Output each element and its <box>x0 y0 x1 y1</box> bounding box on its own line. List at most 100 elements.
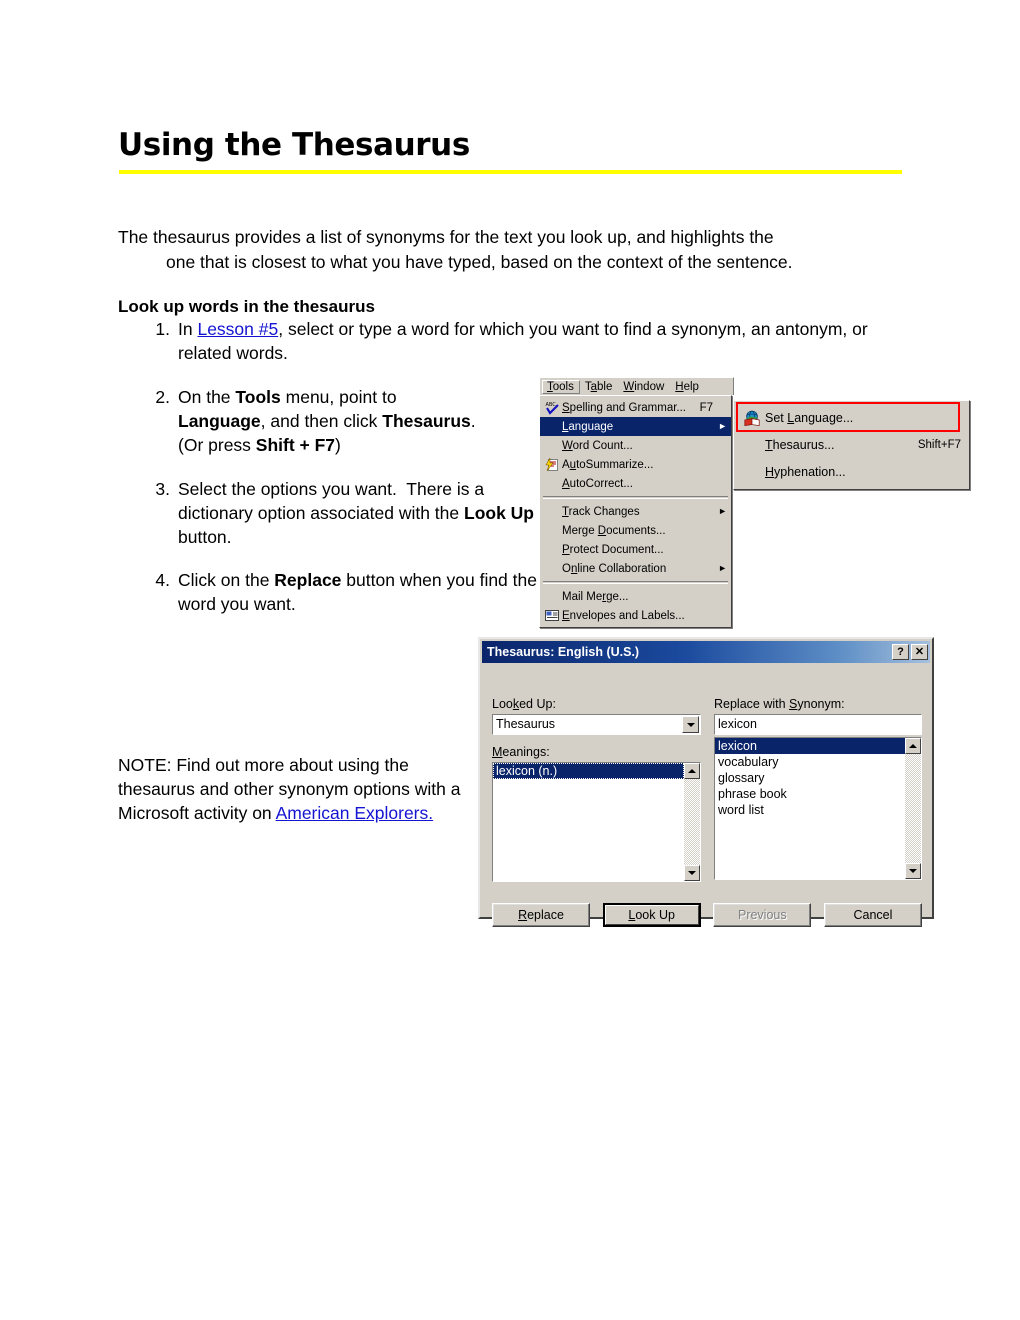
meanings-scrollbar[interactable] <box>684 763 700 881</box>
scroll-up-icon[interactable] <box>905 738 921 754</box>
scroll-down-icon[interactable] <box>684 865 700 881</box>
submenu-item-thesaurus[interactable]: Thesaurus... Shift+F7 <box>734 431 969 458</box>
list-item: 4. Click on the Replace button when you … <box>118 568 538 616</box>
step-text: Click on the Replace button when you fin… <box>178 570 537 614</box>
step-number: 2. <box>155 387 170 407</box>
synonyms-list: lexicon vocabulary glossary phrase book … <box>715 738 905 879</box>
section-heading: Look up words in the thesaurus <box>118 297 375 316</box>
list-item: 2. On the Tools menu, point to Language, … <box>118 385 538 457</box>
menubar-item-window[interactable]: Window <box>618 380 670 394</box>
lesson-5-link[interactable]: Lesson #5 <box>197 319 278 339</box>
chevron-right-icon: ► <box>718 506 727 516</box>
menu-item-label: Protect Document... <box>562 543 664 556</box>
submenu-item-label: Hyphenation... <box>765 464 846 479</box>
looked-up-combobox[interactable]: Thesaurus <box>492 714 701 735</box>
menu-separator <box>543 581 728 584</box>
list-item[interactable]: lexicon (n.) <box>493 763 684 779</box>
menu-item-label: AutoSummarize... <box>562 458 654 471</box>
menu-bar: Tools Table Window Help <box>539 377 734 395</box>
meanings-list: lexicon (n.) <box>493 763 684 881</box>
dialog-title: Thesaurus: English (U.S.) <box>487 645 640 659</box>
dialog-titlebar: Thesaurus: English (U.S.) ? ✕ <box>482 641 930 663</box>
menu-item-merge-documents[interactable]: Merge Documents... <box>540 521 731 540</box>
menu-item-label: Online Collaboration <box>562 562 667 575</box>
tools-dropdown-menu: ABC Spelling and Grammar... F7 Language … <box>539 395 732 628</box>
menu-item-track-changes[interactable]: Track Changes ► <box>540 502 731 521</box>
intro-line-1: The thesaurus provides a list of synonym… <box>118 227 774 247</box>
menu-item-envelopes-and-labels[interactable]: Envelopes and Labels... <box>540 606 731 625</box>
submenu-item-hyphenation[interactable]: Hyphenation... <box>734 458 969 485</box>
menu-item-mail-merge[interactable]: Mail Merge... <box>540 587 731 606</box>
menu-item-language[interactable]: Language ► <box>540 417 731 436</box>
menu-item-online-collaboration[interactable]: Online Collaboration ► <box>540 559 731 578</box>
menu-item-autocorrect[interactable]: AutoCorrect... <box>540 474 731 493</box>
envelope-icon <box>542 608 562 624</box>
page-title: Using the Thesaurus <box>118 127 470 163</box>
submenu-item-accel: Shift+F7 <box>917 438 961 451</box>
menu-item-word-count[interactable]: Word Count... <box>540 436 731 455</box>
replace-with-synonym-label: Replace with Synonym: <box>714 697 845 711</box>
menubar-item-table[interactable]: Table <box>580 380 619 394</box>
menu-item-label: Mail Merge... <box>562 590 629 603</box>
menubar-item-tools[interactable]: Tools <box>542 379 580 394</box>
menu-item-label: Word Count... <box>562 439 633 452</box>
globe-book-icon <box>739 410 765 426</box>
list-item: 1. In Lesson #5, select or type a word f… <box>118 317 908 365</box>
menu-item-label: Spelling and Grammar... <box>562 401 687 414</box>
replace-with-synonym-column: Replace with Synonym: lexicon lexicon vo… <box>714 697 922 880</box>
menu-item-protect-document[interactable]: Protect Document... <box>540 540 731 559</box>
menu-item-label: Envelopes and Labels... <box>562 609 685 622</box>
submenu-item-label: Set Language... <box>765 410 854 425</box>
looked-up-value: Thesaurus <box>496 717 556 731</box>
step-number: 3. <box>155 479 170 499</box>
meanings-listbox[interactable]: lexicon (n.) <box>492 762 701 882</box>
menu-item-label: Track Changes <box>562 505 640 518</box>
look-up-button[interactable]: Look Up <box>602 903 701 927</box>
menu-item-label: AutoCorrect... <box>562 477 633 490</box>
submenu-item-set-language[interactable]: Set Language... <box>734 404 969 431</box>
spellcheck-icon: ABC <box>542 400 562 416</box>
step-text-post: , select or type a word for which you wa… <box>178 319 868 363</box>
list-item[interactable]: vocabulary <box>715 754 905 770</box>
scrollbar-track[interactable] <box>684 779 700 865</box>
replace-with-synonym-input[interactable]: lexicon <box>714 714 922 735</box>
list-item[interactable]: glossary <box>715 770 905 786</box>
list-item[interactable]: phrase book <box>715 786 905 802</box>
list-item[interactable]: word list <box>715 802 905 818</box>
thesaurus-dialog: Thesaurus: English (U.S.) ? ✕ Looked Up:… <box>478 637 934 927</box>
menu-separator <box>543 496 728 499</box>
help-button[interactable]: ? <box>892 644 909 660</box>
language-submenu: Set Language... Thesaurus... Shift+F7 Hy… <box>733 400 970 490</box>
scroll-down-icon[interactable] <box>905 863 921 879</box>
scrollbar-track[interactable] <box>905 754 921 863</box>
looked-up-column: Looked Up: Thesaurus Meanings: lexicon (… <box>492 697 701 882</box>
replace-button[interactable]: Replace <box>492 903 590 927</box>
dialog-body: Looked Up: Thesaurus Meanings: lexicon (… <box>480 663 932 927</box>
chevron-right-icon: ► <box>718 421 727 431</box>
close-icon[interactable]: ✕ <box>911 644 928 660</box>
step-text: Select the options you want. There is a … <box>178 479 534 547</box>
chevron-right-icon: ► <box>718 563 727 573</box>
synonyms-scrollbar[interactable] <box>905 738 921 879</box>
step-text: On the Tools menu, point to Language, and… <box>178 387 476 455</box>
list-item[interactable]: lexicon <box>715 738 905 754</box>
menu-item-accel: F7 <box>699 401 713 414</box>
tools-menu-screenshot: Tools Table Window Help ABC Spelling and… <box>539 377 734 635</box>
note-paragraph: NOTE: Find out more about using the thes… <box>118 753 468 825</box>
submenu-item-label: Thesaurus... <box>765 437 835 452</box>
scroll-up-icon[interactable] <box>684 763 700 779</box>
cancel-button[interactable]: Cancel <box>823 903 922 927</box>
previous-button: Previous <box>713 903 812 927</box>
menu-item-autosummarize[interactable]: AutoSummarize... <box>540 455 731 474</box>
list-item: 3. Select the options you want. There is… <box>118 477 538 549</box>
chevron-down-icon[interactable] <box>682 716 699 733</box>
document-page: Using the Thesaurus The thesaurus provid… <box>0 0 1020 1320</box>
menubar-item-help[interactable]: Help <box>670 380 705 394</box>
intro-line-2: one that is closest to what you have typ… <box>166 252 793 272</box>
american-explorers-link[interactable]: American Explorers. <box>276 803 434 823</box>
menu-item-spelling-and-grammar[interactable]: ABC Spelling and Grammar... F7 <box>540 398 731 417</box>
step-number: 4. <box>155 570 170 590</box>
looked-up-label: Looked Up: <box>492 697 556 711</box>
step-number: 1. <box>155 319 170 339</box>
synonyms-listbox[interactable]: lexicon vocabulary glossary phrase book … <box>714 737 922 880</box>
